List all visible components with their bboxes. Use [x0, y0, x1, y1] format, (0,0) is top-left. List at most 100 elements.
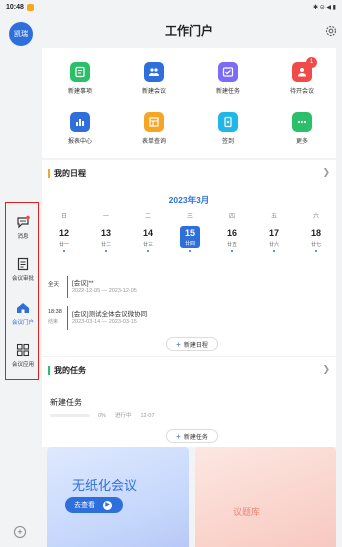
- status-icons: ✱ ⊝ ◀ ▮: [313, 4, 336, 11]
- calendar-day[interactable]: 二 14 廿三: [130, 211, 166, 252]
- task-date: 12-07: [140, 413, 155, 419]
- app-label: 新建会议: [141, 89, 166, 95]
- note-icon: [70, 62, 90, 82]
- button-label: 新建任务: [183, 434, 208, 441]
- task-name[interactable]: 新建任务: [50, 397, 82, 408]
- home-icon: [17, 302, 29, 313]
- list-icon: [17, 257, 29, 270]
- app-report-center[interactable]: 报表中心: [43, 104, 117, 150]
- event-dot: [273, 250, 275, 252]
- sidebar-item-messages[interactable]: 消息: [6, 207, 40, 247]
- button-label: 去查看: [74, 502, 95, 509]
- app-new-item[interactable]: 新建事项: [43, 54, 117, 100]
- app-label: 更多: [295, 139, 308, 145]
- schedule-title: 我的日程: [48, 168, 86, 179]
- gear-icon[interactable]: [324, 24, 338, 38]
- day-of-week: 六: [312, 214, 319, 220]
- lunar-date: 廿三: [142, 242, 153, 248]
- event-dot: [315, 250, 317, 252]
- calendar-day[interactable]: 日 12 廿一: [46, 211, 82, 252]
- notification-badge-icon: [26, 3, 34, 11]
- banner-title: 议题库: [233, 507, 261, 517]
- lunar-date: 廿二: [100, 242, 111, 248]
- arrow-right-icon: ▶: [103, 500, 112, 510]
- event-title: [会议]测试全体会议微协同: [72, 311, 148, 318]
- count-badge: 1: [306, 57, 317, 68]
- event-time-label: 全天: [48, 282, 60, 288]
- event-title: [会议]**: [72, 280, 94, 287]
- sidebar-item-portal[interactable]: 会议门户: [6, 293, 40, 333]
- plus-icon: +: [176, 431, 181, 441]
- sidebar-nav: 消息 会议审批 会议门户 会议应用: [5, 202, 39, 380]
- day-of-week: 二: [144, 214, 151, 220]
- sidebar-item-apps[interactable]: 会议应用: [6, 335, 40, 375]
- lunar-date: 廿六: [268, 242, 279, 248]
- event-time-label: 18:38 结束: [48, 309, 62, 325]
- calendar-day[interactable]: 一 13 廿二: [88, 211, 124, 252]
- app-label: 待开会议: [289, 89, 314, 95]
- event-dot: [63, 250, 65, 252]
- day-number: 13: [100, 228, 111, 238]
- status-bar: 10:48 ✱ ⊝ ◀ ▮: [0, 0, 342, 14]
- event-bar: [67, 306, 68, 330]
- tasks-card: 我的任务 ❯ 新建任务 0% 进行中 12-07 + 新建任务: [42, 357, 336, 447]
- banner-paperless-meeting[interactable]: 无纸化会议 去查看 ▶: [47, 447, 189, 547]
- schedule-event[interactable]: 18:38 结束 [会议]测试全体会议微协同 2023-03-14 — 2023-…: [42, 306, 336, 332]
- sidebar: 凯瑞 消息 会议审批 会议门户 会议应用 +: [0, 14, 42, 547]
- calendar-day-selected[interactable]: 三 15 廿四: [172, 211, 208, 252]
- task-progress-bar: [50, 414, 90, 417]
- new-schedule-button[interactable]: + 新建日程: [166, 337, 218, 351]
- day-of-week: 四: [228, 214, 235, 220]
- app-new-task[interactable]: 新建任务: [191, 54, 265, 100]
- event-date-range: 2022-12-05 — 2023-12-05: [72, 288, 137, 294]
- lunar-date: 廿四: [180, 240, 200, 248]
- day-of-week: 三: [186, 214, 193, 220]
- view-button[interactable]: 去查看 ▶: [65, 497, 123, 513]
- day-number: 17: [268, 228, 279, 238]
- app-more[interactable]: 更多: [265, 104, 339, 150]
- chevron-right-icon[interactable]: ❯: [322, 364, 330, 375]
- event-dot: [105, 250, 107, 252]
- day-number: 12: [58, 228, 69, 238]
- avatar[interactable]: 凯瑞: [9, 22, 33, 46]
- pending-meeting-icon: 1: [292, 57, 317, 82]
- app-label: 表单查询: [141, 139, 166, 145]
- banner-topic-library[interactable]: 议题库: [195, 447, 336, 547]
- event-dot: [231, 250, 233, 252]
- calendar-day[interactable]: 六 18 廿七: [298, 211, 334, 252]
- lunar-date: 廿七: [310, 242, 321, 248]
- button-label: 新建日程: [183, 342, 208, 349]
- calendar-day[interactable]: 四 16 廿五: [214, 211, 250, 252]
- calendar-month[interactable]: 2023年3月: [42, 194, 336, 206]
- more-icon: [292, 112, 312, 132]
- app-label: 新建任务: [215, 89, 240, 95]
- day-number: 18: [310, 228, 321, 238]
- day-of-week: 一: [102, 214, 109, 220]
- event-end-label: 结束: [48, 319, 59, 325]
- new-task-button[interactable]: + 新建任务: [166, 429, 218, 443]
- schedule-event[interactable]: 全天 [会议]** 2022-12-05 — 2023-12-05: [42, 276, 336, 300]
- tasks-title: 我的任务: [48, 365, 86, 376]
- event-dot: [189, 250, 191, 252]
- task-meta: 0% 进行中 12-07: [98, 411, 164, 419]
- chat-icon: [17, 215, 30, 228]
- sidebar-item-label: 会议门户: [11, 319, 34, 326]
- schedule-card: 我的日程 ❯ 2023年3月 日 12 廿一 一 13 廿二 二 14 廿三 三 15 廿四 四…: [42, 160, 336, 356]
- task-status: 进行中: [114, 413, 132, 419]
- calendar-day[interactable]: 五 17 廿六: [256, 211, 292, 252]
- sidebar-item-label: 会议应用: [11, 361, 34, 368]
- event-start-time: 18:38: [48, 309, 62, 315]
- day-number: 15: [180, 226, 200, 240]
- meeting-icon: [144, 62, 164, 82]
- day-number: 16: [226, 228, 237, 238]
- day-of-week: 日: [60, 214, 67, 220]
- app-pending-meeting[interactable]: 1 待开会议: [265, 54, 339, 100]
- lunar-date: 廿一: [58, 242, 69, 248]
- app-check-in[interactable]: 签到: [191, 104, 265, 150]
- chevron-right-icon[interactable]: ❯: [322, 167, 330, 178]
- add-button[interactable]: +: [14, 526, 26, 538]
- sidebar-item-approval[interactable]: 会议审批: [6, 249, 40, 289]
- event-date-range: 2023-03-14 — 2023-03-15: [72, 319, 137, 325]
- app-new-meeting[interactable]: 新建会议: [117, 54, 191, 100]
- app-form-query[interactable]: 表单查询: [117, 104, 191, 150]
